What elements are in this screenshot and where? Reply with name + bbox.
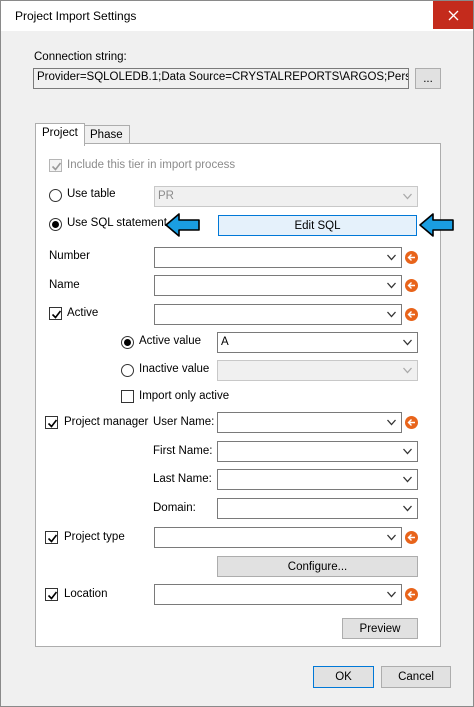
reset-arrow-icon[interactable]: [405, 308, 418, 321]
last-name-label: Last Name:: [153, 473, 212, 485]
use-sql-radio[interactable]: [49, 218, 62, 231]
number-label: Number: [49, 250, 90, 262]
location-checkbox[interactable]: [45, 588, 58, 601]
reset-arrow-icon[interactable]: [405, 588, 418, 601]
domain-label: Domain:: [153, 502, 196, 514]
callout-arrow-icon: [419, 212, 455, 241]
title-bar[interactable]: Project Import Settings: [1, 1, 473, 31]
checkmark-icon: [51, 310, 62, 319]
chevron-down-icon: [403, 448, 412, 455]
name-label: Name: [49, 279, 80, 291]
name-combo[interactable]: [154, 275, 402, 296]
project-type-combo[interactable]: [154, 527, 402, 548]
close-icon: [448, 10, 458, 20]
inactive-value-combo[interactable]: [217, 360, 418, 381]
edit-sql-button[interactable]: Edit SQL: [218, 215, 417, 236]
connection-string-field[interactable]: Provider=SQLOLEDB.1;Data Source=CRYSTALR…: [33, 68, 409, 89]
active-value-combo[interactable]: A: [217, 332, 418, 353]
number-combo[interactable]: [154, 247, 402, 268]
checkmark-icon: [47, 419, 58, 428]
chevron-down-icon: [403, 505, 412, 512]
active-combo[interactable]: [154, 304, 402, 325]
table-combo[interactable]: PR: [154, 186, 418, 207]
first-name-combo[interactable]: [217, 441, 418, 462]
chevron-down-icon: [403, 339, 412, 346]
import-only-active-label: Import only active: [139, 390, 230, 402]
configure-button[interactable]: Configure...: [217, 556, 418, 577]
preview-button[interactable]: Preview: [342, 618, 418, 639]
use-table-radio[interactable]: [49, 189, 62, 202]
include-tier-checkbox[interactable]: [49, 159, 62, 172]
chevron-down-icon: [403, 193, 412, 200]
user-name-label: User Name:: [153, 416, 215, 428]
checkmark-icon: [47, 591, 58, 600]
use-table-label: Use table: [67, 188, 116, 200]
table-combo-value: PR: [158, 190, 174, 202]
chevron-down-icon: [403, 367, 412, 374]
first-name-label: First Name:: [153, 445, 213, 457]
reset-arrow-icon[interactable]: [405, 531, 418, 544]
cancel-button[interactable]: Cancel: [381, 666, 451, 688]
use-sql-label: Use SQL statement: [67, 217, 167, 229]
reset-arrow-icon[interactable]: [405, 416, 418, 429]
chevron-down-icon: [387, 282, 396, 289]
domain-combo[interactable]: [217, 498, 418, 519]
window-title: Project Import Settings: [15, 9, 137, 23]
project-type-label: Project type: [64, 531, 125, 543]
checkmark-icon: [51, 162, 62, 171]
close-button[interactable]: [433, 1, 473, 29]
location-label: Location: [64, 588, 108, 600]
project-manager-checkbox[interactable]: [45, 416, 58, 429]
chevron-down-icon: [403, 476, 412, 483]
chevron-down-icon: [387, 591, 396, 598]
ok-button[interactable]: OK: [313, 666, 374, 688]
reset-arrow-icon[interactable]: [405, 251, 418, 264]
user-name-combo[interactable]: [217, 412, 402, 433]
active-value-radio[interactable]: [121, 336, 134, 349]
active-value-combo-value: A: [221, 336, 229, 348]
chevron-down-icon: [387, 419, 396, 426]
checkmark-icon: [47, 534, 58, 543]
active-checkbox[interactable]: [49, 307, 62, 320]
inactive-value-label: Inactive value: [139, 363, 210, 375]
dialog-window: Project Import Settings Connection strin…: [0, 0, 474, 707]
chevron-down-icon: [387, 534, 396, 541]
chevron-down-icon: [387, 254, 396, 261]
connection-string-label: Connection string:: [34, 51, 127, 63]
last-name-combo[interactable]: [217, 469, 418, 490]
location-combo[interactable]: [154, 584, 402, 605]
project-type-checkbox[interactable]: [45, 531, 58, 544]
reset-arrow-icon[interactable]: [405, 279, 418, 292]
callout-arrow-icon: [165, 212, 201, 241]
inactive-value-radio[interactable]: [121, 364, 134, 377]
active-label: Active: [67, 307, 99, 319]
active-value-label: Active value: [139, 335, 202, 347]
include-tier-label: Include this tier in import process: [67, 159, 236, 171]
browse-connection-button[interactable]: ...: [415, 68, 441, 89]
project-manager-label: Project manager: [64, 416, 149, 428]
tab-project[interactable]: Project: [35, 123, 85, 146]
chevron-down-icon: [387, 311, 396, 318]
import-only-active-checkbox[interactable]: [121, 390, 134, 403]
